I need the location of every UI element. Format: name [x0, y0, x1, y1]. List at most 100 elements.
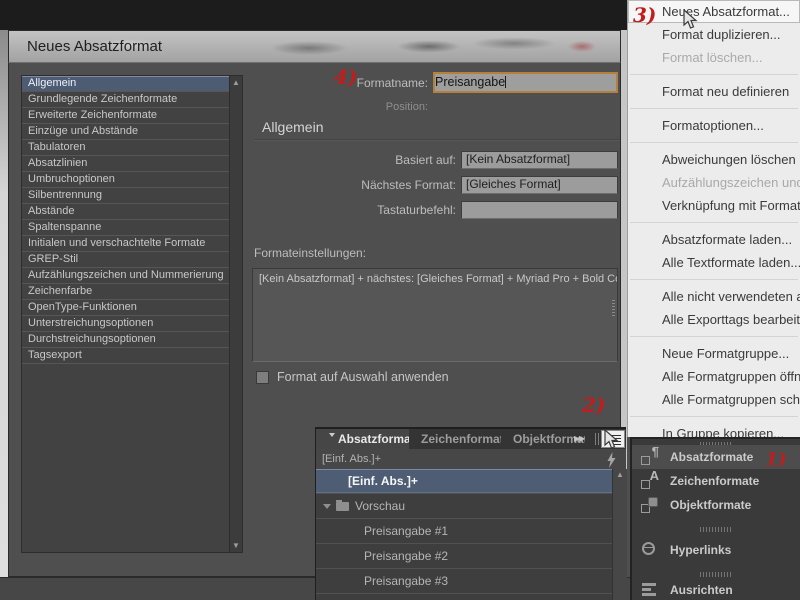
category-item[interactable]: Tabulatoren — [22, 140, 230, 156]
menu-item-edit-export-tags[interactable]: Alle Exporttags bearbeiten... — [628, 308, 800, 331]
menu-item-load-paragraph-styles[interactable]: Absatzformate laden... — [628, 228, 800, 251]
apply-to-selection-label: Format auf Auswahl anwenden — [277, 370, 449, 384]
dock-item-ausrichten[interactable]: Ausrichten — [632, 578, 800, 600]
paragraph-styles-panel: Absatzformate Zeichenformate Objektforma… — [315, 427, 627, 600]
menu-separator — [630, 416, 798, 417]
panel-menu-button[interactable] — [601, 430, 625, 448]
tabstrip-separator — [595, 433, 599, 445]
menu-item-clear-overrides[interactable]: Abweichungen löschen — [628, 148, 800, 171]
category-item[interactable]: Absatzlinien — [22, 156, 230, 172]
menu-item-break-link[interactable]: Verknüpfung mit Format aufheben — [628, 194, 800, 217]
dock-item-hyperlinks[interactable]: Hyperlinks — [632, 538, 800, 562]
category-item[interactable]: GREP-Stil — [22, 252, 230, 268]
tab-overflow-icon[interactable]: ▶▶ — [574, 429, 585, 449]
menu-item-new-style-group[interactable]: Neue Formatgruppe... — [628, 342, 800, 365]
shortcut-label: Tastaturbefehl: — [377, 203, 456, 217]
category-item[interactable]: Silbentrennung — [22, 188, 230, 204]
menu-item-redefine-style[interactable]: Format neu definieren — [628, 80, 800, 103]
menu-item-delete-style: Format löschen... — [662, 50, 763, 65]
menu-item-copy-to-group[interactable]: In Gruppe kopieren... — [628, 422, 800, 437]
position-label: Position: — [385, 101, 428, 113]
drag-handle-icon[interactable] — [700, 527, 732, 532]
next-format-dropdown[interactable]: [Gleiches Format] — [461, 176, 618, 194]
style-row[interactable]: Preisangabe #3 — [316, 569, 612, 594]
pasteboard-left-strip — [0, 30, 8, 577]
style-row[interactable]: Preisangabe #2 — [316, 544, 612, 569]
object-styles-icon — [640, 495, 660, 515]
category-item[interactable]: Initialen und verschachtelte Formate — [22, 236, 230, 252]
align-icon — [640, 580, 660, 600]
category-item[interactable]: Spaltenspanne — [22, 220, 230, 236]
category-item[interactable]: OpenType-Funktionen — [22, 300, 230, 316]
menu-separator — [630, 108, 798, 109]
category-item[interactable]: Umbruchoptionen — [22, 172, 230, 188]
category-item[interactable]: Allgemein — [22, 76, 230, 92]
scroll-down-icon[interactable]: ▼ — [230, 539, 242, 552]
based-on-label: Basiert auf: — [395, 153, 456, 167]
menu-separator — [630, 74, 798, 75]
category-item[interactable]: Erweiterte Zeichenformate — [22, 108, 230, 124]
menu-item-select-all-unused[interactable]: Alle nicht verwendeten auswählen — [628, 285, 800, 308]
panel-tabstrip: Absatzformate Zeichenformate Objektforma… — [316, 429, 626, 449]
dialog-title: Neues Absatzformat — [27, 38, 163, 55]
dock-item-label: Ausrichten — [670, 583, 733, 597]
dock-item-label: Zeichenformate — [670, 474, 760, 488]
disclosure-triangle-icon[interactable] — [323, 504, 331, 509]
panel-collapse-icon — [323, 433, 335, 449]
category-item[interactable]: Unterstreichungsoptionen — [22, 316, 230, 332]
style-row-label: [Einf. Abs.]+ — [348, 474, 418, 488]
tab-absatzformate[interactable]: Absatzformate — [316, 429, 409, 449]
style-group-row[interactable]: Vorschau — [316, 494, 612, 519]
folder-icon — [336, 500, 349, 511]
category-item[interactable]: Einzüge und Abstände — [22, 124, 230, 140]
dock-item-zeichenformate[interactable]: A Zeichenformate — [632, 468, 800, 493]
menu-item-style-options[interactable]: Formatoptionen... — [628, 114, 800, 137]
annotation-2: 2) — [582, 393, 606, 417]
style-row-label: Preisangabe #2 — [364, 549, 449, 563]
style-row[interactable]: Preisangabe #1 — [316, 519, 612, 544]
menu-item-close-all-groups[interactable]: Alle Formatgruppen schließen — [628, 388, 800, 411]
sidebar-scrollbar[interactable]: ▲ ▼ — [229, 76, 242, 552]
category-item[interactable]: Durchstreichungsoptionen — [22, 332, 230, 348]
style-row-label: Preisangabe #1 — [364, 524, 449, 538]
format-name-input[interactable]: Preisangabe — [433, 72, 618, 93]
panel-scrollbar[interactable]: ▲ — [612, 469, 627, 600]
category-item[interactable]: Grundlegende Zeichenformate — [22, 92, 230, 108]
menu-separator — [630, 222, 798, 223]
drag-handle-icon[interactable] — [700, 572, 732, 577]
apply-to-selection-checkbox[interactable] — [256, 371, 269, 384]
next-format-label: Nächstes Format: — [361, 178, 456, 192]
menu-lines-icon — [610, 435, 621, 445]
dock-item-absatzformate[interactable]: ¶ Absatzformate 1) — [632, 444, 800, 470]
annotation-4: 4) — [334, 65, 358, 89]
menu-item-convert-bullets: Aufzählungszeichen und Nummerierung in T… — [662, 175, 800, 190]
style-row[interactable]: [Einf. Abs.]+ — [316, 469, 612, 494]
based-on-dropdown[interactable]: [Kein Absatzformat] — [461, 151, 618, 169]
hyperlinks-icon — [640, 540, 660, 560]
annotation-3: 3) — [633, 3, 657, 27]
menu-item-load-all-text-styles[interactable]: Alle Textformate laden... — [628, 251, 800, 274]
category-item[interactable]: Aufzählungszeichen und Nummerierung — [22, 268, 230, 284]
style-row-label: Preisangabe #3 — [364, 574, 449, 588]
panel-flyout-menu: Neues Absatzformat... Format duplizieren… — [627, 0, 800, 437]
tab-zeichenformate[interactable]: Zeichenformate — [413, 429, 501, 449]
panel-status-row: [Einf. Abs.]+ — [316, 449, 626, 469]
scroll-up-icon[interactable]: ▲ — [230, 76, 242, 89]
settings-grip-icon — [612, 300, 615, 316]
dock-item-label: Objektformate — [670, 498, 752, 512]
menu-item-open-all-groups[interactable]: Alle Formatgruppen öffnen — [628, 365, 800, 388]
tab-label: Absatzformate — [338, 432, 409, 446]
annotation-1: 1) — [765, 448, 787, 470]
dock-item-label: Hyperlinks — [670, 543, 732, 557]
category-item[interactable]: Tagsexport — [22, 348, 230, 364]
scroll-up-icon[interactable]: ▲ — [613, 469, 627, 481]
tab-objektformate[interactable]: Objektformate — [505, 429, 585, 449]
dialog-category-list: Allgemein Grundlegende Zeichenformate Er… — [21, 75, 243, 553]
menu-separator — [630, 279, 798, 280]
format-name-label: Formatname: — [356, 76, 428, 90]
category-item[interactable]: Abstände — [22, 204, 230, 220]
format-name-value: Preisangabe — [435, 75, 506, 89]
category-item[interactable]: Zeichenfarbe — [22, 284, 230, 300]
shortcut-input[interactable] — [461, 201, 618, 219]
dock-item-objektformate[interactable]: Objektformate — [632, 493, 800, 517]
